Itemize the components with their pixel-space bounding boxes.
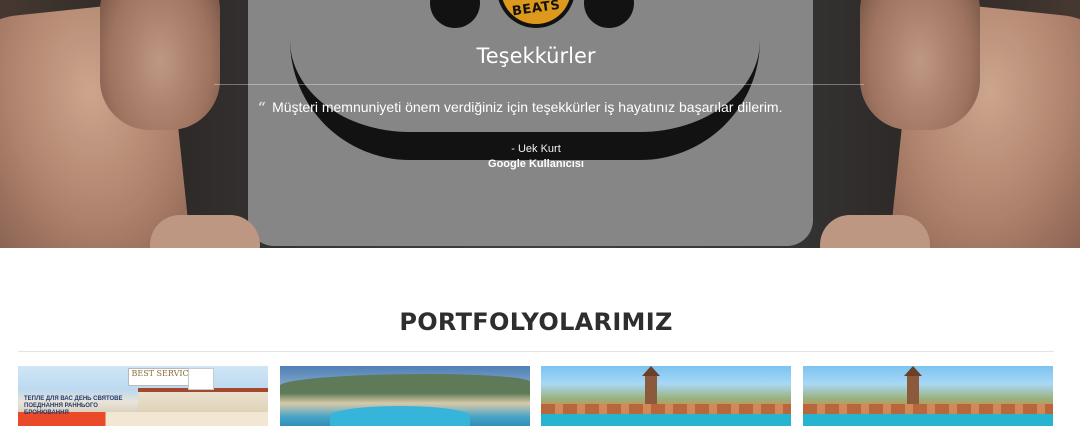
testimonial-quote: “ Müşteri memnuniyeti önem verdiğiniz içi… [258, 99, 818, 116]
testimonial-divider [214, 84, 864, 85]
testimonial-text: Müşteri memnuniyeti önem verdiğiniz için… [272, 99, 783, 115]
pools-image [541, 414, 791, 426]
portfolio-divider [18, 351, 1054, 352]
testimonial-title: Teşekkürler [476, 44, 596, 68]
roofs-image [803, 404, 1053, 414]
hero-overlay [0, 0, 1080, 248]
hills-image [280, 374, 530, 394]
portfolio-item-1[interactable]: BEST SERVICE ТЕПЛЕ ДЛЯ ВАС ДЕНЬ СВЯТОВЕ … [18, 366, 268, 426]
testimonial-source: Google Kullanıcısı [488, 158, 584, 170]
roofs-image [541, 404, 791, 414]
pools-image [803, 414, 1053, 426]
quote-icon: “ [258, 100, 267, 116]
testimonial-hero: BEATS Teşekkürler “Müşteri memnuniyeti ö… [0, 0, 1080, 248]
portfolio-item-2[interactable] [280, 366, 530, 426]
portfolio-item-3[interactable] [541, 366, 791, 426]
testimonial-author: - Uek Kurt [511, 143, 561, 155]
portfolio-item-4[interactable] [803, 366, 1053, 426]
pool-image [330, 406, 470, 426]
banner-text: ТЕПЛЕ ДЛЯ ВАС ДЕНЬ СВЯТОВЕ ПОЕДНАННЯ РАН… [24, 396, 123, 416]
hotel-badge-icon [188, 368, 214, 390]
portfolio-title: PORTFOLYOLARIMIZ [399, 308, 673, 336]
